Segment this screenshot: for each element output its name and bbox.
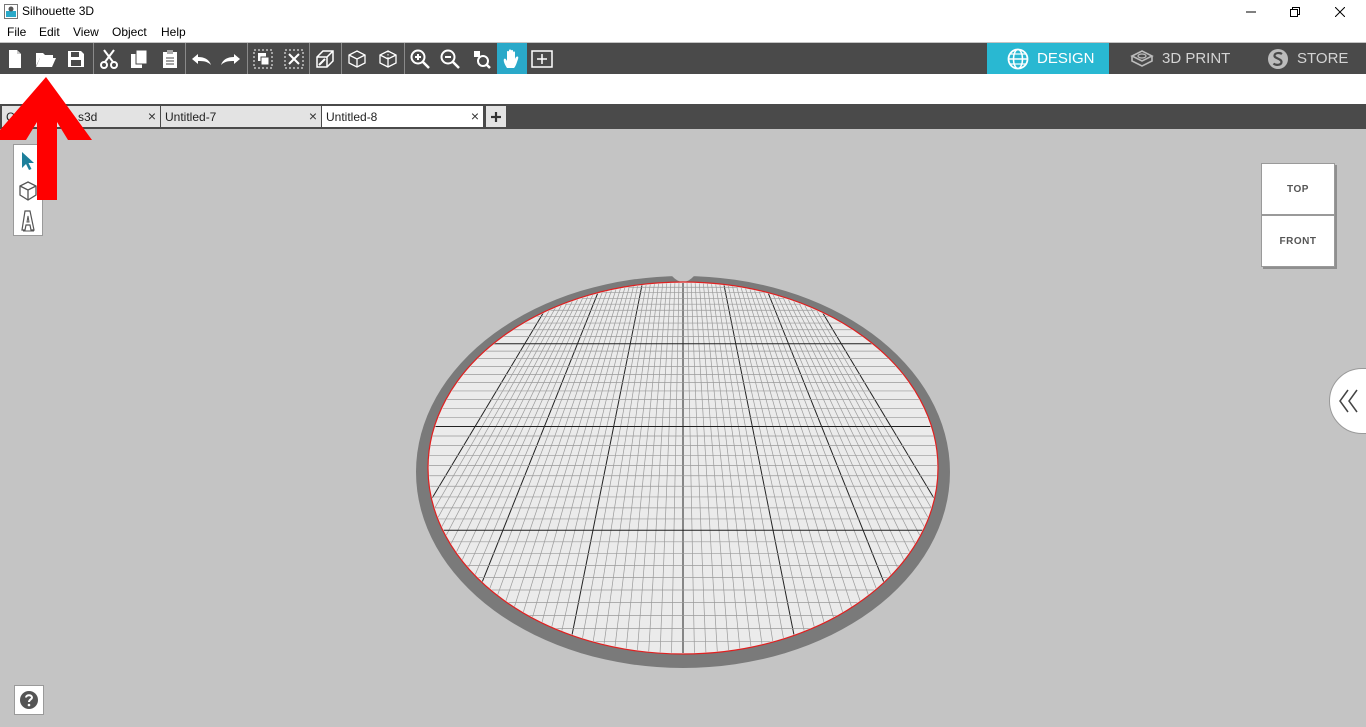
text-icon	[21, 210, 35, 232]
save-button[interactable]	[61, 43, 91, 74]
mode-3d-print-button[interactable]: 3D PRINT	[1130, 43, 1230, 74]
paste-icon	[163, 49, 177, 68]
restore-icon	[1290, 7, 1300, 17]
globe-icon	[1007, 48, 1029, 69]
options-bar	[0, 74, 1366, 104]
window-title: Silhouette 3D	[22, 4, 95, 18]
redo-button[interactable]	[216, 43, 246, 74]
annotation-arrow-icon	[0, 77, 92, 200]
zoom-fit-button[interactable]	[466, 43, 496, 74]
menu-edit[interactable]: Edit	[39, 25, 60, 39]
tab-label: Untitled-8	[326, 110, 378, 124]
document-tab-bar: Comfortmin...s3d × Untitled-7 × Untitled…	[0, 104, 1366, 129]
tab-untitled-7[interactable]: Untitled-7 ×	[161, 106, 321, 127]
mode-design-button[interactable]: DESIGN	[987, 43, 1109, 74]
fit-to-window-icon	[531, 49, 553, 68]
restore-button[interactable]	[1273, 0, 1317, 24]
3d-box-button[interactable]	[342, 43, 372, 74]
plus-icon	[491, 111, 501, 122]
3d-box-icon	[348, 49, 366, 68]
tab-label: Untitled-7	[165, 110, 217, 124]
extrude-icon	[316, 49, 334, 68]
menu-file[interactable]: File	[7, 25, 26, 39]
cut-button[interactable]	[94, 43, 124, 74]
plate-surface	[427, 281, 939, 655]
pan-hand-button[interactable]	[497, 43, 527, 74]
menu-bar: File Edit View Object Help	[0, 24, 1366, 42]
zoom-in-icon	[410, 49, 430, 69]
app-logo-icon	[4, 4, 18, 19]
tab-close-icon[interactable]: ×	[309, 108, 317, 124]
minimize-button[interactable]	[1229, 0, 1273, 24]
close-button[interactable]	[1318, 0, 1362, 24]
redo-icon	[221, 53, 240, 65]
fit-to-window-button[interactable]	[527, 43, 557, 74]
3d-box-alt-icon	[379, 49, 397, 68]
minimize-icon	[1246, 11, 1256, 13]
mode-store-label: STORE	[1297, 50, 1349, 67]
tab-close-icon[interactable]: ×	[471, 108, 479, 124]
plate-notch	[672, 276, 694, 282]
close-icon	[1335, 7, 1345, 17]
plate-rim	[416, 276, 950, 668]
menu-object[interactable]: Object	[112, 25, 147, 39]
store-s-icon	[1268, 48, 1288, 69]
zoom-out-button[interactable]	[435, 43, 465, 74]
help-icon	[20, 691, 38, 709]
main-toolbar: DESIGN 3D PRINT STORE	[0, 43, 1366, 74]
menu-help[interactable]: Help	[161, 25, 186, 39]
viewcube-front[interactable]: FRONT	[1261, 215, 1335, 267]
group-icon	[253, 49, 273, 68]
tab-untitled-8[interactable]: Untitled-8 ×	[322, 106, 483, 127]
viewcube-top[interactable]: TOP	[1261, 163, 1335, 215]
undo-icon	[192, 53, 211, 65]
plate-grid	[429, 283, 937, 653]
title-bar: Silhouette 3D	[0, 0, 1366, 24]
add-tab-button[interactable]	[486, 106, 506, 127]
paste-button[interactable]	[155, 43, 185, 74]
mode-store-button[interactable]: STORE	[1267, 43, 1348, 74]
open-folder-button[interactable]	[31, 43, 61, 74]
tab-close-icon[interactable]: ×	[148, 108, 156, 124]
copy-icon	[131, 49, 148, 68]
ungroup-button[interactable]	[279, 43, 309, 74]
save-icon	[68, 50, 84, 67]
zoom-in-button[interactable]	[405, 43, 435, 74]
zoom-out-icon	[440, 49, 460, 69]
mode-3d-print-label: 3D PRINT	[1162, 50, 1231, 67]
printer-3d-icon	[1130, 49, 1154, 67]
undo-button[interactable]	[186, 43, 216, 74]
3d-box-alt-button[interactable]	[373, 43, 403, 74]
group-button[interactable]	[248, 43, 278, 74]
open-folder-icon	[36, 52, 56, 67]
extrude-button[interactable]	[310, 43, 340, 74]
new-document-icon	[9, 49, 21, 68]
panel-toggle-button[interactable]	[1329, 368, 1366, 434]
ungroup-icon	[284, 49, 304, 68]
pan-hand-icon	[503, 48, 519, 68]
text-tool-button[interactable]	[14, 206, 42, 236]
double-chevron-left-icon	[1339, 389, 1358, 413]
copy-button[interactable]	[124, 43, 154, 74]
new-document-button[interactable]	[0, 43, 30, 74]
zoom-fit-icon	[474, 50, 491, 69]
help-button[interactable]	[14, 685, 44, 715]
cut-icon	[100, 48, 118, 69]
mode-design-label: DESIGN	[1037, 50, 1095, 67]
menu-view[interactable]: View	[73, 25, 99, 39]
